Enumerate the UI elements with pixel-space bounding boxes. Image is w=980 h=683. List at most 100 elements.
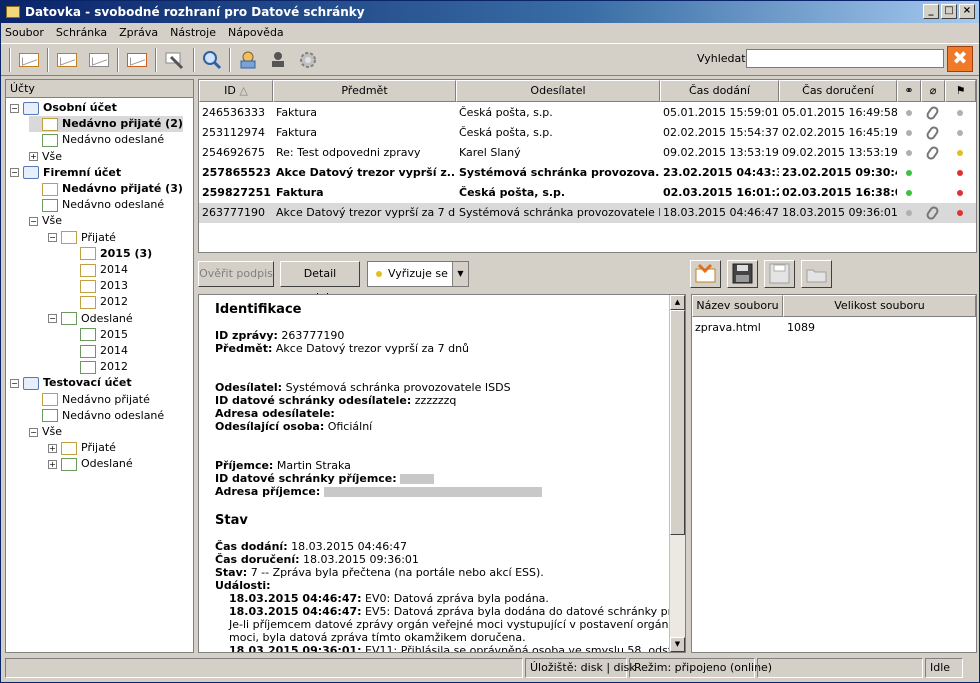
tree-item[interactable]: Nedávno přijaté: [29, 392, 150, 408]
status-combo-value: Vyřizuje se: [388, 267, 448, 280]
processing-status-select[interactable]: Vyřizuje se ▼: [367, 261, 469, 287]
column-header-acceptance-time[interactable]: Čas doručení: [779, 80, 897, 102]
tree-item[interactable]: Nedávno přijaté (2): [29, 116, 183, 133]
create-message-icon[interactable]: [87, 49, 111, 71]
expand-icon[interactable]: +: [29, 152, 38, 162]
verify-message-icon[interactable]: [163, 49, 187, 71]
tree-item[interactable]: − Vše: [29, 213, 62, 229]
minimize-button[interactable]: _: [923, 4, 939, 19]
tree-item[interactable]: − Odeslané: [48, 311, 133, 327]
menu-nastroje[interactable]: Nástroje: [170, 26, 216, 39]
search-input[interactable]: [746, 49, 944, 68]
expand-icon[interactable]: +: [48, 459, 57, 469]
menu-schranka[interactable]: Schránka: [56, 26, 107, 39]
tree-item[interactable]: − Přijaté: [48, 230, 116, 246]
tree-item[interactable]: − Testovací účet: [10, 375, 132, 391]
table-row[interactable]: 257865523 Akce Datový trezor vyprší z... S…: [199, 163, 976, 183]
tree-item[interactable]: 2014: [67, 343, 128, 359]
column-header-attachment-icon[interactable]: ⌀: [921, 80, 945, 102]
status-message-panel: [5, 658, 523, 678]
collapse-icon[interactable]: −: [10, 168, 19, 178]
column-header-subject[interactable]: Předmět: [273, 80, 456, 102]
tree-item[interactable]: 2014: [67, 262, 128, 278]
save-message-button[interactable]: [727, 260, 758, 288]
table-row[interactable]: 253112974 Faktura Česká pošta, s.p. 02.02.2…: [199, 123, 976, 143]
outbox-icon: [42, 133, 58, 147]
tree-item[interactable]: 2015: [67, 327, 128, 343]
tree-item[interactable]: 2015 (3): [67, 246, 152, 262]
save-attachment-button[interactable]: [764, 260, 795, 288]
message-list[interactable]: ID △ Předmět Odesílatel Čas dodání Čas d…: [198, 79, 977, 253]
collapse-icon[interactable]: −: [48, 233, 57, 243]
scroll-down-icon[interactable]: ▼: [670, 637, 685, 652]
verify-signature-button[interactable]: Ověřit podpis: [198, 261, 274, 287]
settings-gear-icon[interactable]: [297, 49, 321, 71]
sync-all-icon[interactable]: [17, 49, 41, 71]
user-icon[interactable]: [267, 49, 291, 71]
close-button[interactable]: ×: [959, 4, 975, 19]
tree-item[interactable]: Nedávno odeslané: [29, 132, 164, 148]
table-row[interactable]: 263777190 Akce Datový trezor vyprší za 7 …: [199, 203, 976, 223]
menu-soubor[interactable]: Soubor: [5, 26, 44, 39]
column-header-delivery-time[interactable]: Čas dodání: [660, 80, 779, 102]
account-properties-icon[interactable]: [237, 49, 261, 71]
tree-item[interactable]: − Vše: [29, 424, 62, 440]
attachment-name[interactable]: zprava.html: [695, 321, 761, 334]
accounts-tree[interactable]: Účty − Osobní účet Nedávno přijaté (2) Nedá…: [5, 79, 194, 653]
scroll-thumb[interactable]: [670, 310, 685, 535]
collapse-icon[interactable]: −: [29, 427, 38, 437]
reply-to-message-button[interactable]: [690, 260, 721, 288]
open-attachment-button[interactable]: [801, 260, 832, 288]
column-header-flag-icon[interactable]: ⚑: [945, 80, 976, 102]
search-message-icon[interactable]: [201, 49, 225, 71]
collapse-icon[interactable]: −: [48, 314, 57, 324]
expand-icon[interactable]: +: [48, 443, 57, 453]
cell-delivered: 05.01.2015 15:59:01: [663, 106, 779, 119]
tree-item[interactable]: + Odeslané: [48, 456, 133, 472]
tree-item[interactable]: 2013: [67, 278, 128, 294]
attachments-list[interactable]: Název souboru Velikost souboru zprava.ht…: [691, 294, 977, 653]
tree-item[interactable]: + Vše: [29, 149, 62, 165]
tree-item-label: Přijaté: [81, 441, 116, 455]
table-row[interactable]: 246536333 Faktura Česká pošta, s.p. 05.01.2…: [199, 103, 976, 123]
cell-accepted: 23.02.2015 09:30:48: [782, 166, 897, 179]
chevron-down-icon[interactable]: ▼: [452, 262, 468, 286]
column-header-file-size[interactable]: Velikost souboru: [783, 295, 976, 317]
clear-search-icon[interactable]: ✖: [947, 46, 973, 72]
column-header-file-name[interactable]: Název souboru: [692, 295, 783, 317]
tree-item[interactable]: Nedávno odeslané: [29, 197, 164, 213]
signature-detail-button[interactable]: Detail podpisu: [280, 261, 360, 304]
detail-scrollbar[interactable]: ▲ ▼: [669, 295, 685, 652]
column-header-sender[interactable]: Odesílatel: [456, 80, 660, 102]
collapse-icon[interactable]: −: [29, 216, 38, 226]
table-row[interactable]: 254692675 Re: Test odpovedni zpravy Karel …: [199, 143, 976, 163]
collapse-icon[interactable]: −: [10, 378, 19, 388]
event-line-2: 18.03.2015 04:46:47: EV5: Datová zpráva …: [229, 605, 686, 618]
maximize-button[interactable]: □: [941, 4, 957, 19]
menu-bar: Soubor Schránka Zpráva Nástroje Nápověda: [1, 23, 979, 42]
outbox-icon: [80, 344, 96, 358]
message-detail-pane[interactable]: Identifikace ID zprávy: 263777190 Předmě…: [198, 294, 686, 653]
table-row[interactable]: 259827251 Faktura Česká pošta, s.p. 02.03.2…: [199, 183, 976, 203]
collapse-icon[interactable]: −: [10, 103, 19, 113]
tree-item[interactable]: − Firemní účet: [10, 165, 121, 181]
inbox-icon: [80, 295, 96, 309]
column-header-read-icon[interactable]: ⚭: [897, 80, 921, 102]
scroll-up-icon[interactable]: ▲: [670, 295, 685, 310]
tree-item-label: Vše: [42, 425, 63, 438]
read-status-icon: [906, 150, 912, 156]
menu-napoveda[interactable]: Nápověda: [228, 26, 284, 39]
tree-item[interactable]: − Osobní účet: [10, 100, 117, 116]
tree-item[interactable]: + Přijaté: [48, 440, 116, 456]
tree-item[interactable]: 2012: [67, 294, 128, 310]
tree-item[interactable]: Nedávno přijaté (3): [29, 181, 183, 197]
tree-item[interactable]: 2012: [67, 359, 128, 375]
tree-item[interactable]: Nedávno odeslané: [29, 408, 164, 424]
sync-account-icon[interactable]: [55, 49, 79, 71]
reply-icon[interactable]: [125, 49, 149, 71]
menu-zprava[interactable]: Zpráva: [119, 26, 158, 39]
progress-panel: [757, 658, 923, 678]
column-header-id[interactable]: ID △: [199, 80, 273, 102]
cell-id: 263777190: [202, 206, 265, 219]
tree-item-label: Nedávno přijaté: [62, 392, 150, 406]
